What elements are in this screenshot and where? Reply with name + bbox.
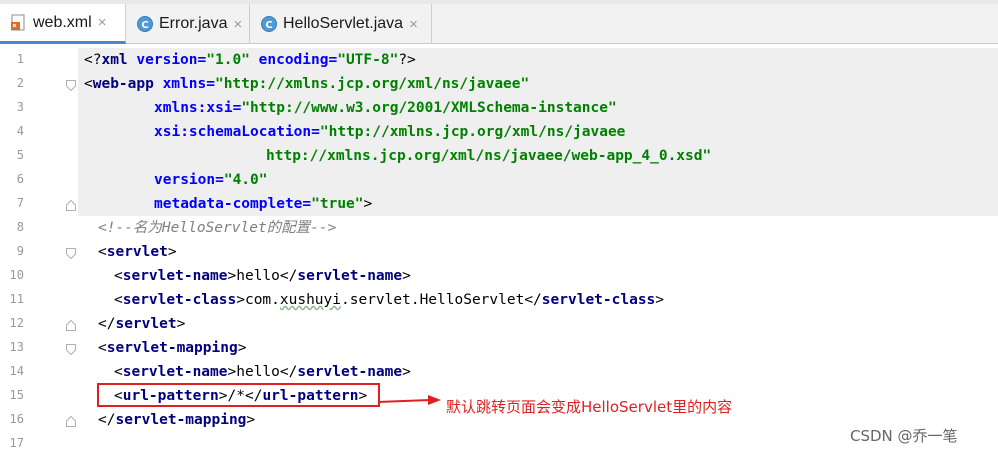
tab-label: Error.java xyxy=(159,15,228,32)
line-number: 9 xyxy=(16,244,24,258)
code-line-3: xmlns:xsi="http://www.w3.org/2001/XMLSch… xyxy=(154,100,617,116)
annotation-arrow-icon xyxy=(378,395,441,405)
highlight-box xyxy=(97,383,380,407)
fold-end-icon[interactable] xyxy=(66,416,76,427)
line-number: 12 xyxy=(9,316,24,330)
annotation-text: 默认跳转页面会变成HelloServlet里的内容 xyxy=(446,398,733,416)
code-line-8: <!--名为HelloServlet的配置--> xyxy=(98,220,337,236)
line-number: 13 xyxy=(9,340,24,354)
close-icon[interactable]: × xyxy=(233,16,242,33)
code-line-11: <servlet-class>com.xushuyi.servlet.Hello… xyxy=(114,292,665,308)
code-line-16: </servlet-mapping> xyxy=(98,412,256,428)
xml-file-icon xyxy=(10,14,28,32)
tab-label: HelloServlet.java xyxy=(283,15,404,32)
watermark: CSDN @乔一笔 xyxy=(850,427,958,445)
code-line-10: <servlet-name>hello</servlet-name> xyxy=(114,268,411,284)
code-line-12: </servlet> xyxy=(98,316,186,332)
line-number: 6 xyxy=(16,172,24,186)
code-line-7: metadata-complete="true"> xyxy=(154,196,373,212)
fold-end-icon[interactable] xyxy=(66,320,76,331)
line-number: 3 xyxy=(16,100,24,114)
tab-helloservlet-java[interactable]: C HelloServlet.java × xyxy=(250,4,432,44)
fold-open-icon[interactable] xyxy=(66,80,76,91)
line-number: 4 xyxy=(16,124,24,138)
code-line-4: xsi:schemaLocation="http://xmlns.jcp.org… xyxy=(154,124,626,140)
code-line-5: http://xmlns.jcp.org/xml/ns/javaee/web-a… xyxy=(266,148,712,164)
line-number: 8 xyxy=(16,220,24,234)
editor-tab-bar: web.xml × C Error.java × C HelloServlet.… xyxy=(0,4,998,44)
fold-end-icon[interactable] xyxy=(66,200,76,211)
line-number: 7 xyxy=(16,196,24,210)
line-number: 14 xyxy=(9,364,24,378)
code-line-14: <servlet-name>hello</servlet-name> xyxy=(114,364,411,380)
line-number: 16 xyxy=(9,412,24,426)
line-number: 11 xyxy=(9,292,24,306)
java-class-icon: C xyxy=(260,15,278,33)
code-line-6: version="4.0" xyxy=(154,172,268,188)
tab-error-java[interactable]: C Error.java × xyxy=(126,4,250,44)
close-icon[interactable]: × xyxy=(98,14,107,31)
close-icon[interactable]: × xyxy=(409,16,418,33)
line-number: 2 xyxy=(16,76,24,90)
fold-open-icon[interactable] xyxy=(66,344,76,355)
code-line-2: <web-app xmlns="http://xmlns.jcp.org/xml… xyxy=(84,76,530,92)
code-line-1: <?xml version="1.0" encoding="UTF-8"?> xyxy=(84,52,416,68)
tab-web-xml[interactable]: web.xml × xyxy=(0,4,126,44)
svg-text:C: C xyxy=(265,20,272,31)
line-number: 10 xyxy=(9,268,24,282)
line-number: 15 xyxy=(9,388,24,402)
line-number: 5 xyxy=(16,148,24,162)
code-line-13: <servlet-mapping> xyxy=(98,340,247,356)
code-line-9: <servlet> xyxy=(98,244,177,260)
line-number: 17 xyxy=(9,436,24,450)
tab-label: web.xml xyxy=(33,13,92,31)
line-number: 1 xyxy=(16,52,24,66)
fold-open-icon[interactable] xyxy=(66,248,76,259)
java-class-icon: C xyxy=(136,15,154,33)
svg-text:C: C xyxy=(141,20,148,31)
line-number-gutter: 1 2 3 4 5 6 7 8 9 10 11 12 13 14 15 16 1… xyxy=(0,45,78,455)
